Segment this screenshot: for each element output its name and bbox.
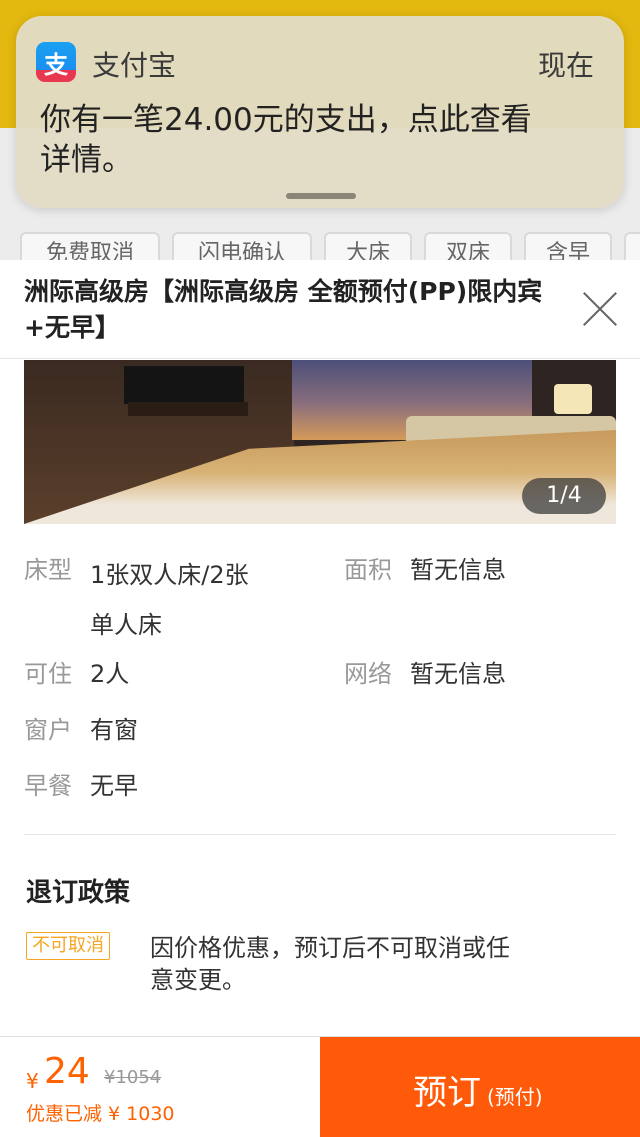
notification-message: 你有一笔24.00元的支出，点此查看详情。	[40, 102, 532, 178]
breakfast-label: 早餐	[24, 772, 72, 800]
discount-text: 优惠已减 ¥ 1030	[26, 1103, 175, 1125]
network-value: 暂无信息	[410, 660, 506, 688]
room-title: 洲际高级房【洲际高级房 全额预付(PP)限内宾+无早】	[24, 277, 543, 342]
divider	[24, 834, 616, 835]
notification-handle[interactable]	[286, 193, 356, 199]
window-label: 窗户	[24, 716, 72, 744]
filter-chip-twin-bed[interactable]: 双床	[424, 232, 512, 262]
booking-bar: ¥ 24 ¥1054 优惠已减 ¥ 1030 预订 (预付)	[0, 1036, 640, 1137]
current-price: 24	[44, 1051, 90, 1092]
book-button-sublabel: (预付)	[487, 1085, 543, 1109]
filter-chip-more[interactable]	[624, 232, 640, 262]
divider	[0, 358, 640, 359]
filter-chip-instant-confirm[interactable]: 闪电确认	[172, 232, 312, 262]
notification-time: 现在	[537, 49, 594, 82]
original-price: ¥1054	[104, 1067, 162, 1088]
window-value: 有窗	[90, 716, 138, 744]
breakfast-value: 无早	[90, 772, 138, 800]
area-value: 暂无信息	[410, 556, 506, 584]
cancel-policy-title: 退订政策	[26, 878, 131, 908]
filter-chip-free-cancel[interactable]: 免费取消	[20, 232, 160, 262]
occupancy-label: 可住	[24, 660, 72, 688]
push-notification[interactable]: 支 支付宝 现在 你有一笔24.00元的支出，点此查看详情。	[16, 16, 624, 208]
filter-chip-king-bed[interactable]: 大床	[324, 232, 412, 262]
currency-symbol: ¥	[26, 1069, 39, 1093]
book-button-label: 预订	[413, 1073, 481, 1113]
photo-counter: 1/4	[522, 478, 606, 514]
book-button[interactable]: 预订 (预付)	[320, 1037, 640, 1137]
alipay-icon: 支	[36, 42, 76, 82]
area-label: 面积	[344, 556, 392, 584]
filter-chip-breakfast[interactable]: 含早	[524, 232, 612, 262]
notification-app-name: 支付宝	[92, 49, 177, 82]
occupancy-value: 2人	[90, 660, 130, 688]
close-icon[interactable]	[578, 288, 622, 332]
filter-row: 免费取消 闪电确认 大床 双床 含早	[0, 232, 640, 262]
network-label: 网络	[344, 660, 392, 688]
bed-type-value: 1张双人床/2张单人床	[90, 561, 249, 639]
tv-shape	[124, 366, 244, 404]
room-detail-sheet: 洲际高级房【洲际高级房 全额预付(PP)限内宾+无早】 1/4 床型 1张双人床…	[0, 260, 640, 1136]
room-photo[interactable]: 1/4	[24, 360, 616, 524]
cancel-policy-text: 因价格优惠，预订后不可取消或任意变更。	[150, 934, 510, 994]
bed-type-label: 床型	[24, 556, 72, 584]
non-refundable-badge: 不可取消	[26, 932, 110, 960]
